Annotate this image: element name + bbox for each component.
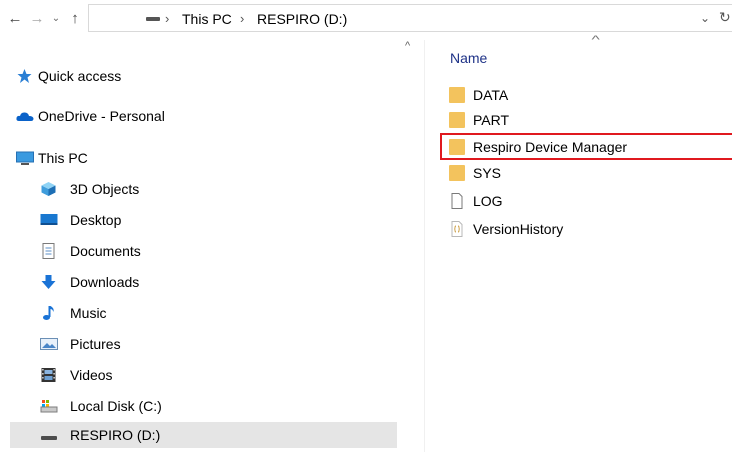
folder-icon [449, 165, 465, 181]
nav-item-label: This PC [38, 150, 88, 166]
file-list: ^ Name DATA PART Respiro Device Manager … [425, 34, 732, 452]
nav-item-desktop[interactable]: Desktop [40, 207, 390, 233]
file-row-respiro-device-manager[interactable]: Respiro Device Manager [449, 135, 729, 159]
file-name: VersionHistory [473, 221, 564, 237]
folder-icon [449, 87, 465, 103]
file-row-part[interactable]: PART [449, 108, 729, 132]
file-name: SYS [473, 165, 502, 181]
nav-scrollbar[interactable]: ^ [399, 40, 424, 452]
nav-item-label: OneDrive - Personal [38, 108, 165, 124]
local-disk-icon [40, 400, 58, 413]
nav-item-local-disk-c[interactable]: Local Disk (C:) [40, 393, 390, 419]
refresh-button[interactable]: ↻ [719, 9, 731, 26]
music-note-icon [43, 306, 54, 320]
sort-ascending-icon: ^ [591, 34, 600, 46]
breadcrumb-separator[interactable]: › [165, 9, 169, 29]
nav-item-label: Pictures [70, 336, 121, 352]
documents-icon [42, 243, 55, 259]
address-bar[interactable]: › This PC › RESPIRO (D:) ⌄ ↻ [88, 4, 732, 32]
nav-item-label: Quick access [38, 68, 122, 84]
nav-item-label: Downloads [70, 274, 140, 290]
up-button[interactable]: ↑ [66, 8, 84, 30]
address-bar-row: ← → ⌄ ↑ › This PC › RESPIRO (D:) ⌄ ↻ [0, 0, 732, 40]
file-row-data[interactable]: DATA [449, 83, 729, 107]
scroll-up-button[interactable]: ^ [405, 40, 410, 52]
nav-item-downloads[interactable]: Downloads [40, 269, 390, 295]
file-name: PART [473, 112, 510, 128]
file-row-log[interactable]: LOG [449, 189, 729, 213]
file-row-versionhistory[interactable]: VersionHistory [449, 217, 729, 241]
file-name: LOG [473, 193, 503, 209]
nav-item-label: Music [70, 305, 107, 321]
nav-item-label: RESPIRO (D:) [70, 427, 161, 443]
file-name: DATA [473, 87, 509, 103]
file-icon [451, 193, 463, 209]
cloud-icon [16, 112, 34, 121]
navigation-pane: Quick access OneDrive - Personal This PC… [0, 40, 424, 452]
nav-item-this-pc[interactable]: This PC [16, 145, 386, 171]
nav-item-pictures[interactable]: Pictures [40, 331, 390, 357]
desktop-icon [40, 214, 58, 225]
nav-item-label: 3D Objects [70, 181, 140, 197]
star-icon [17, 69, 32, 83]
file-row-sys[interactable]: SYS [449, 161, 729, 185]
nav-item-quick-access[interactable]: Quick access [16, 63, 386, 89]
forward-button[interactable]: → [28, 8, 46, 30]
download-arrow-icon [41, 275, 56, 289]
breadcrumb-separator[interactable]: › [240, 9, 244, 29]
nav-item-documents[interactable]: Documents [40, 238, 390, 264]
file-name: Respiro Device Manager [473, 139, 628, 155]
text-file-icon [451, 221, 463, 237]
back-button[interactable]: ← [5, 8, 25, 30]
column-header-name[interactable]: Name [450, 50, 487, 66]
drive-icon [146, 17, 160, 21]
nav-item-onedrive[interactable]: OneDrive - Personal [16, 103, 386, 129]
nav-item-label: Documents [70, 243, 141, 259]
nav-item-label: Videos [70, 367, 113, 383]
folder-icon [449, 112, 465, 128]
address-dropdown-button[interactable]: ⌄ [700, 11, 710, 25]
nav-item-label: Local Disk (C:) [70, 398, 162, 414]
recent-locations-button[interactable]: ⌄ [50, 8, 62, 30]
folder-icon [449, 139, 465, 155]
nav-item-3d-objects[interactable]: 3D Objects [40, 176, 390, 202]
breadcrumb-respiro-drive[interactable]: RESPIRO (D:) [257, 9, 347, 29]
cube-icon [41, 182, 56, 196]
pictures-icon [40, 338, 58, 350]
film-icon [41, 368, 56, 382]
monitor-icon [16, 151, 34, 165]
nav-item-respiro-d[interactable]: RESPIRO (D:) [10, 422, 397, 448]
breadcrumb-this-pc[interactable]: This PC [182, 9, 232, 29]
drive-icon [41, 436, 57, 440]
nav-item-videos[interactable]: Videos [40, 362, 390, 388]
nav-item-label: Desktop [70, 212, 122, 228]
nav-item-music[interactable]: Music [40, 300, 390, 326]
